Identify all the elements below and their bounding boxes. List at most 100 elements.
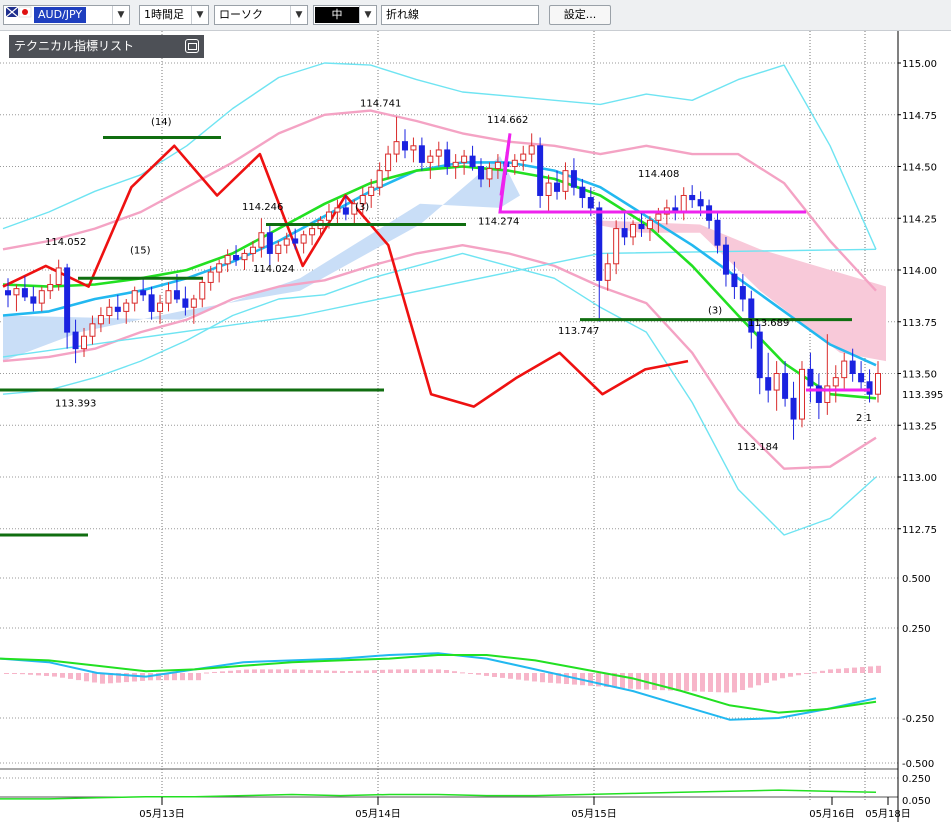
candle — [216, 259, 223, 283]
macd-histogram-bar — [564, 673, 569, 685]
candle-body — [486, 168, 493, 180]
candle — [875, 361, 881, 403]
chart-area[interactable]: 114.052 113.393 114.246 114.024 114.741 114.6… — [0, 31, 951, 822]
macd-histogram-bar — [388, 669, 393, 673]
macd-histogram-bar — [484, 673, 489, 676]
candle — [418, 137, 425, 171]
macd-histogram-bar — [428, 669, 433, 673]
price-label: 113.184 — [737, 442, 778, 453]
price-label: 114.246 — [242, 202, 283, 213]
candle-body — [570, 170, 577, 188]
candle-body — [173, 290, 180, 300]
candle — [765, 352, 772, 403]
candle-body — [249, 246, 256, 254]
line-type-field[interactable]: 折れ線 — [381, 5, 539, 25]
candle-body — [89, 323, 96, 337]
candle-body — [97, 315, 104, 325]
wave-count-label: (3) — [708, 305, 722, 316]
candle — [782, 361, 789, 407]
macd-histogram-bar — [876, 665, 881, 673]
candle-body — [72, 331, 79, 350]
candle — [841, 352, 848, 391]
candle — [97, 307, 104, 333]
candle-body — [714, 219, 721, 246]
candle-body — [241, 252, 248, 261]
chart-type-label: ローソク — [219, 8, 263, 21]
macd-histogram-bar — [508, 673, 513, 679]
macd-histogram-bar — [204, 672, 209, 674]
candle-body — [123, 302, 130, 312]
candle-body — [199, 281, 206, 300]
macd-histogram-bar — [796, 673, 801, 676]
macd-histogram-bar — [340, 671, 345, 673]
candle-body — [478, 166, 485, 180]
macd-histogram-bar — [324, 670, 329, 673]
candle-body — [393, 141, 400, 155]
candle — [275, 241, 282, 262]
candle — [706, 199, 713, 229]
candle — [689, 185, 696, 208]
candle-body — [765, 377, 772, 391]
macd-histogram-bar — [716, 673, 721, 693]
price-label: 114.024 — [253, 264, 294, 275]
candle — [300, 230, 307, 254]
macd-histogram-bar — [852, 667, 857, 673]
y-axis-tick-label: 115.00 — [902, 59, 937, 70]
candle — [38, 286, 45, 312]
macd-histogram-bar — [708, 673, 713, 692]
x-axis: 05月13日 05月14日 05月15日 05月16日 05月18日 — [139, 797, 911, 820]
macd-histogram-bar — [100, 673, 105, 684]
chevron-down-icon[interactable]: ▼ — [191, 6, 208, 24]
candle-body — [697, 199, 704, 207]
macd-histogram-bar — [4, 673, 9, 674]
candle-body — [520, 153, 527, 161]
macd-histogram-bar — [700, 673, 705, 692]
chevron-down-icon[interactable]: ▼ — [112, 6, 129, 24]
candle — [646, 216, 653, 242]
candle-body — [376, 170, 383, 188]
macd-histogram-bar — [868, 666, 873, 673]
macd-histogram-bar — [284, 669, 289, 673]
macd-histogram-bar — [420, 669, 425, 673]
candle-body — [165, 290, 172, 304]
y-axis-tick-label: 113.50 — [902, 370, 937, 381]
candle-body — [30, 296, 37, 304]
macd-histogram-bar — [76, 673, 81, 681]
macd-histogram-bar — [692, 673, 697, 692]
macd-axis-label: 0.500 — [902, 574, 931, 585]
chart-type-select[interactable]: ローソク ▼ — [214, 5, 308, 25]
candle-body — [38, 290, 45, 304]
window-restore-icon[interactable] — [185, 39, 199, 53]
grid — [0, 31, 898, 801]
y-axis-tick-label: 112.75 — [902, 525, 937, 536]
chevron-down-icon[interactable]: ▼ — [359, 6, 376, 24]
macd-histogram-bar — [756, 673, 761, 686]
oscillator-axis-label: 0.250 — [902, 774, 931, 785]
macd-histogram-bar — [220, 671, 225, 673]
technical-indicator-list[interactable]: テクニカル指標リスト — [9, 35, 204, 58]
candle-body — [148, 294, 155, 312]
candle — [545, 174, 552, 213]
candle-body — [655, 213, 662, 221]
price-label: 113.393 — [55, 399, 96, 410]
candle-body — [385, 153, 392, 172]
price-label: 114.408 — [638, 169, 679, 180]
wave-count-label: (14) — [151, 117, 172, 128]
candle — [393, 116, 400, 163]
timeframe-select[interactable]: 1時間足 ▼ — [139, 5, 209, 25]
candle — [199, 278, 206, 308]
price-label: 114.274 — [478, 216, 519, 227]
macd-axis-label: -0.500 — [902, 759, 934, 770]
candle-body — [511, 159, 518, 167]
chevron-down-icon[interactable]: ▼ — [290, 6, 307, 24]
candle — [528, 133, 535, 163]
macd-histogram-bar — [180, 673, 185, 681]
candle-body — [55, 267, 62, 285]
macd-histogram-bar — [276, 669, 281, 673]
currency-pair-select[interactable]: AUD/JPY ▼ — [3, 5, 130, 25]
macd-histogram-bar — [532, 673, 537, 682]
macd-histogram-bar — [468, 673, 473, 674]
settings-button[interactable]: 設定... — [549, 5, 611, 25]
size-mode-select[interactable]: 中 ▼ — [313, 5, 377, 25]
macd-histogram-bar — [188, 673, 193, 681]
